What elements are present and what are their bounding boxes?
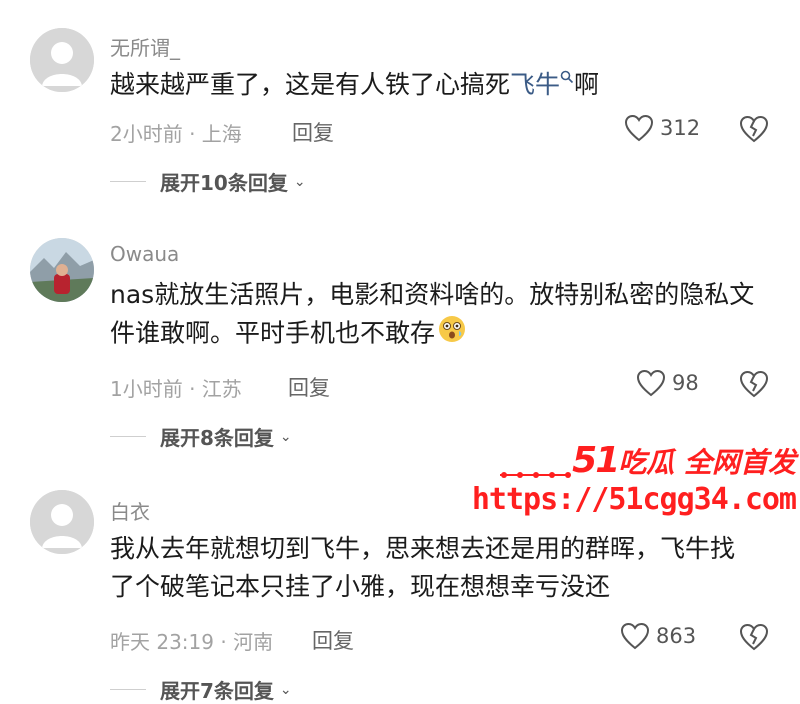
comment-text-body: nas就放生活照片，电影和资料啥的。放特别私密的隐私文件谁敢啊。平时手机也不敢存	[110, 280, 755, 348]
search-icon	[560, 70, 574, 84]
reply-button[interactable]: 回复	[288, 372, 330, 402]
mountain-photo-icon	[30, 238, 94, 302]
like-button[interactable]: 98	[636, 369, 699, 397]
comment-text: nas就放生活照片，电影和资料啥的。放特别私密的隐私文件谁敢啊。平时手机也不敢存	[110, 276, 760, 355]
watermark-overlay: 51吃瓜 全网首发 https://51cgg34.com	[472, 440, 800, 530]
dislike-button[interactable]	[738, 622, 770, 656]
reply-button[interactable]: 回复	[292, 117, 334, 147]
expand-replies-label: 展开8条回复	[160, 426, 274, 450]
heart-icon	[624, 114, 654, 142]
expand-replies-label: 展开7条回复	[160, 679, 274, 703]
avatar-default[interactable]	[30, 490, 94, 554]
dislike-button[interactable]	[738, 114, 770, 148]
broken-heart-icon	[739, 370, 769, 398]
username[interactable]: Owaua	[110, 242, 179, 266]
comment-item: 无所谓_ 越来越严重了，这是有人铁了心搞死飞牛啊 2小时前 · 上海 回复 31…	[0, 0, 800, 210]
chevron-down-icon: ⌄	[279, 428, 292, 445]
comment-text: 越来越严重了，这是有人铁了心搞死飞牛啊	[110, 66, 760, 104]
user-placeholder-icon	[30, 28, 94, 92]
surprised-emoji-icon	[437, 314, 467, 355]
watermark-brand: 51吃瓜 全网首发	[572, 440, 796, 481]
like-count: 863	[656, 624, 697, 648]
broken-heart-icon	[739, 115, 769, 143]
chevron-down-icon: ⌄	[293, 173, 306, 190]
expand-replies-button[interactable]: 展开10条回复 ⌄	[110, 167, 306, 196]
comment-meta: 昨天 23:19 · 河南	[110, 630, 274, 654]
watermark-dots-icon	[500, 472, 571, 478]
heart-icon	[620, 622, 650, 650]
comment-meta: 1小时前 · 江苏	[110, 377, 242, 401]
comment-meta: 2小时前 · 上海	[110, 122, 242, 146]
divider-line	[110, 689, 146, 690]
reply-button[interactable]: 回复	[312, 625, 354, 655]
chevron-down-icon: ⌄	[279, 681, 292, 698]
username[interactable]: 白衣	[110, 496, 150, 525]
watermark-brand-text: 吃瓜 全网首发	[618, 446, 796, 479]
expand-replies-button[interactable]: 展开8条回复 ⌄	[110, 422, 292, 451]
like-count: 312	[660, 116, 701, 140]
comment-text: 我从去年就想切到飞牛，思来想去还是用的群晖，飞牛找了个破笔记本只挂了小雅，现在想…	[110, 534, 736, 601]
expand-replies-button[interactable]: 展开7条回复 ⌄	[110, 675, 292, 704]
search-link[interactable]: 飞牛	[510, 70, 574, 99]
heart-icon	[636, 369, 666, 397]
avatar-default[interactable]	[30, 28, 94, 92]
like-count: 98	[672, 371, 699, 395]
username[interactable]: 无所谓_	[110, 32, 180, 61]
watermark-url: https://51cgg34.com	[471, 482, 797, 517]
search-link-label: 飞牛	[510, 70, 561, 99]
broken-heart-icon	[739, 623, 769, 651]
expand-replies-label: 展开10条回复	[160, 171, 288, 195]
user-placeholder-icon	[30, 490, 94, 554]
like-button[interactable]: 312	[624, 114, 700, 142]
divider-line	[110, 181, 146, 182]
like-button[interactable]: 863	[620, 622, 696, 650]
comment-text-part: 啊	[574, 70, 600, 99]
comment-text-part: 越来越严重了，这是有人铁了心搞死	[110, 70, 511, 99]
dislike-button[interactable]	[738, 369, 770, 403]
divider-line	[110, 436, 146, 437]
avatar-photo[interactable]	[30, 238, 94, 302]
comment-item: Owaua nas就放生活照片，电影和资料啥的。放特别私密的隐私文件谁敢啊。平时…	[0, 210, 800, 460]
